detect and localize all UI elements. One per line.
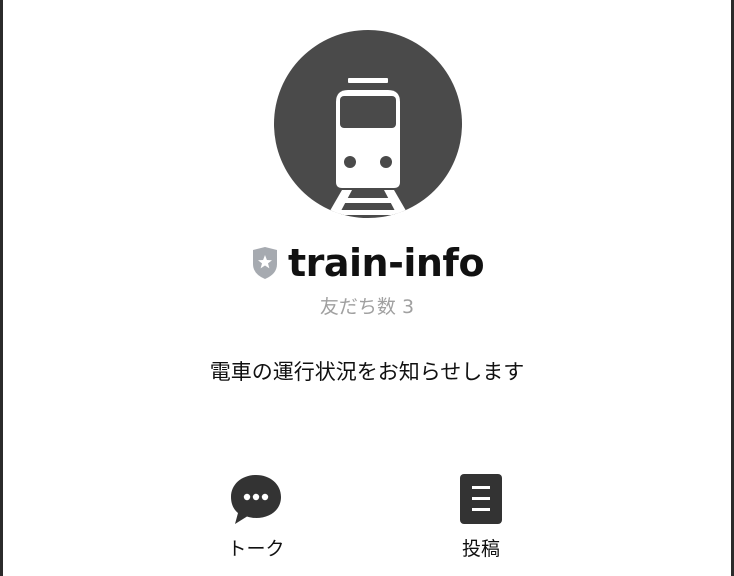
account-name: train-info (287, 241, 485, 285)
chat-bubble-icon (231, 475, 281, 524)
shield-star-icon (252, 247, 277, 279)
talk-button[interactable]: トーク (196, 472, 316, 561)
profile-avatar[interactable] (274, 30, 462, 218)
profile-description: 電車の運行状況をお知らせします (209, 360, 525, 384)
train-icon (325, 78, 411, 218)
profile-screen: train-info 友だち数 3 電車の運行状況をお知らせします トーク 投稿 (0, 0, 734, 576)
posts-button[interactable]: 投稿 (421, 472, 541, 561)
document-icon (460, 474, 502, 524)
posts-button-label: 投稿 (461, 538, 500, 560)
friends-count: 友だち数 3 (319, 296, 415, 318)
talk-button-label: トーク (227, 538, 285, 560)
account-name-row: train-info (0, 238, 734, 288)
window-edge-left (0, 0, 3, 576)
